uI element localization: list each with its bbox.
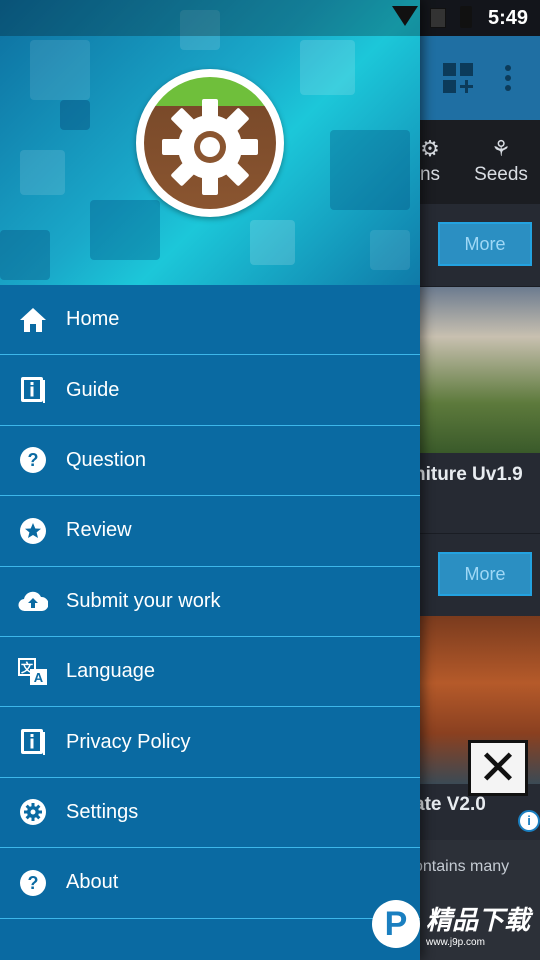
translate-icon: 文A [18,657,48,687]
section-header: More [420,204,540,286]
menu-item-privacy-policy[interactable]: Privacy Policy [0,707,420,778]
drawer-menu: Home Guide ? Question Review Submit your… [0,285,420,919]
menu-item-home[interactable]: Home [0,285,420,356]
menu-item-guide[interactable]: Guide [0,355,420,426]
watermark: P 精品下载 www.j9p.com [372,900,530,948]
svg-text:?: ? [28,450,39,470]
navigation-drawer: Home Guide ? Question Review Submit your… [0,0,420,960]
menu-item-review[interactable]: Review [0,496,420,567]
wifi-icon [392,6,418,26]
watermark-text: 精品下载 [426,905,531,935]
category-tabs: ⚙ ns ⚘ Seeds [420,120,540,204]
ad-close-button[interactable]: ✕ [468,740,528,796]
gear-icon [18,797,48,827]
menu-item-question[interactable]: ? Question [0,426,420,497]
home-icon [18,305,48,335]
question-icon: ? [18,868,48,898]
status-bar: 5:49 [0,0,540,36]
app-logo [136,69,284,217]
menu-item-about[interactable]: ? About [0,848,420,919]
more-button[interactable]: More [438,222,532,266]
grid-add-icon[interactable] [442,62,474,94]
svg-text:?: ? [28,873,39,893]
watermark-url: www.j9p.com [426,937,485,948]
menu-item-settings[interactable]: Settings [0,778,420,849]
addon-thumbnail[interactable] [420,287,540,453]
sim-icon [430,8,446,28]
status-time: 5:49 [487,7,528,29]
book-info-icon [18,375,48,405]
app-toolbar [420,36,540,120]
overflow-menu-icon[interactable] [504,64,512,92]
star-badge-icon [18,516,48,546]
section-header: More [420,534,540,616]
cloud-upload-icon [18,586,48,616]
battery-icon [460,6,472,28]
menu-item-submit[interactable]: Submit your work [0,567,420,637]
close-icon: ✕ [477,742,519,795]
drawer-header [0,0,420,285]
gear-logo-icon [162,99,258,195]
tab-seeds[interactable]: ⚘ Seeds [466,120,536,204]
svg-text:A: A [34,670,44,685]
ad-info-icon[interactable]: i [518,810,540,832]
question-icon: ? [18,445,48,475]
ad-text: ontains many [414,858,510,875]
watermark-logo: P [372,900,420,948]
book-info-icon [18,727,48,757]
menu-item-language[interactable]: 文A Language [0,637,420,708]
more-button[interactable]: More [438,552,532,596]
sprout-icon: ⚘ [491,136,511,161]
